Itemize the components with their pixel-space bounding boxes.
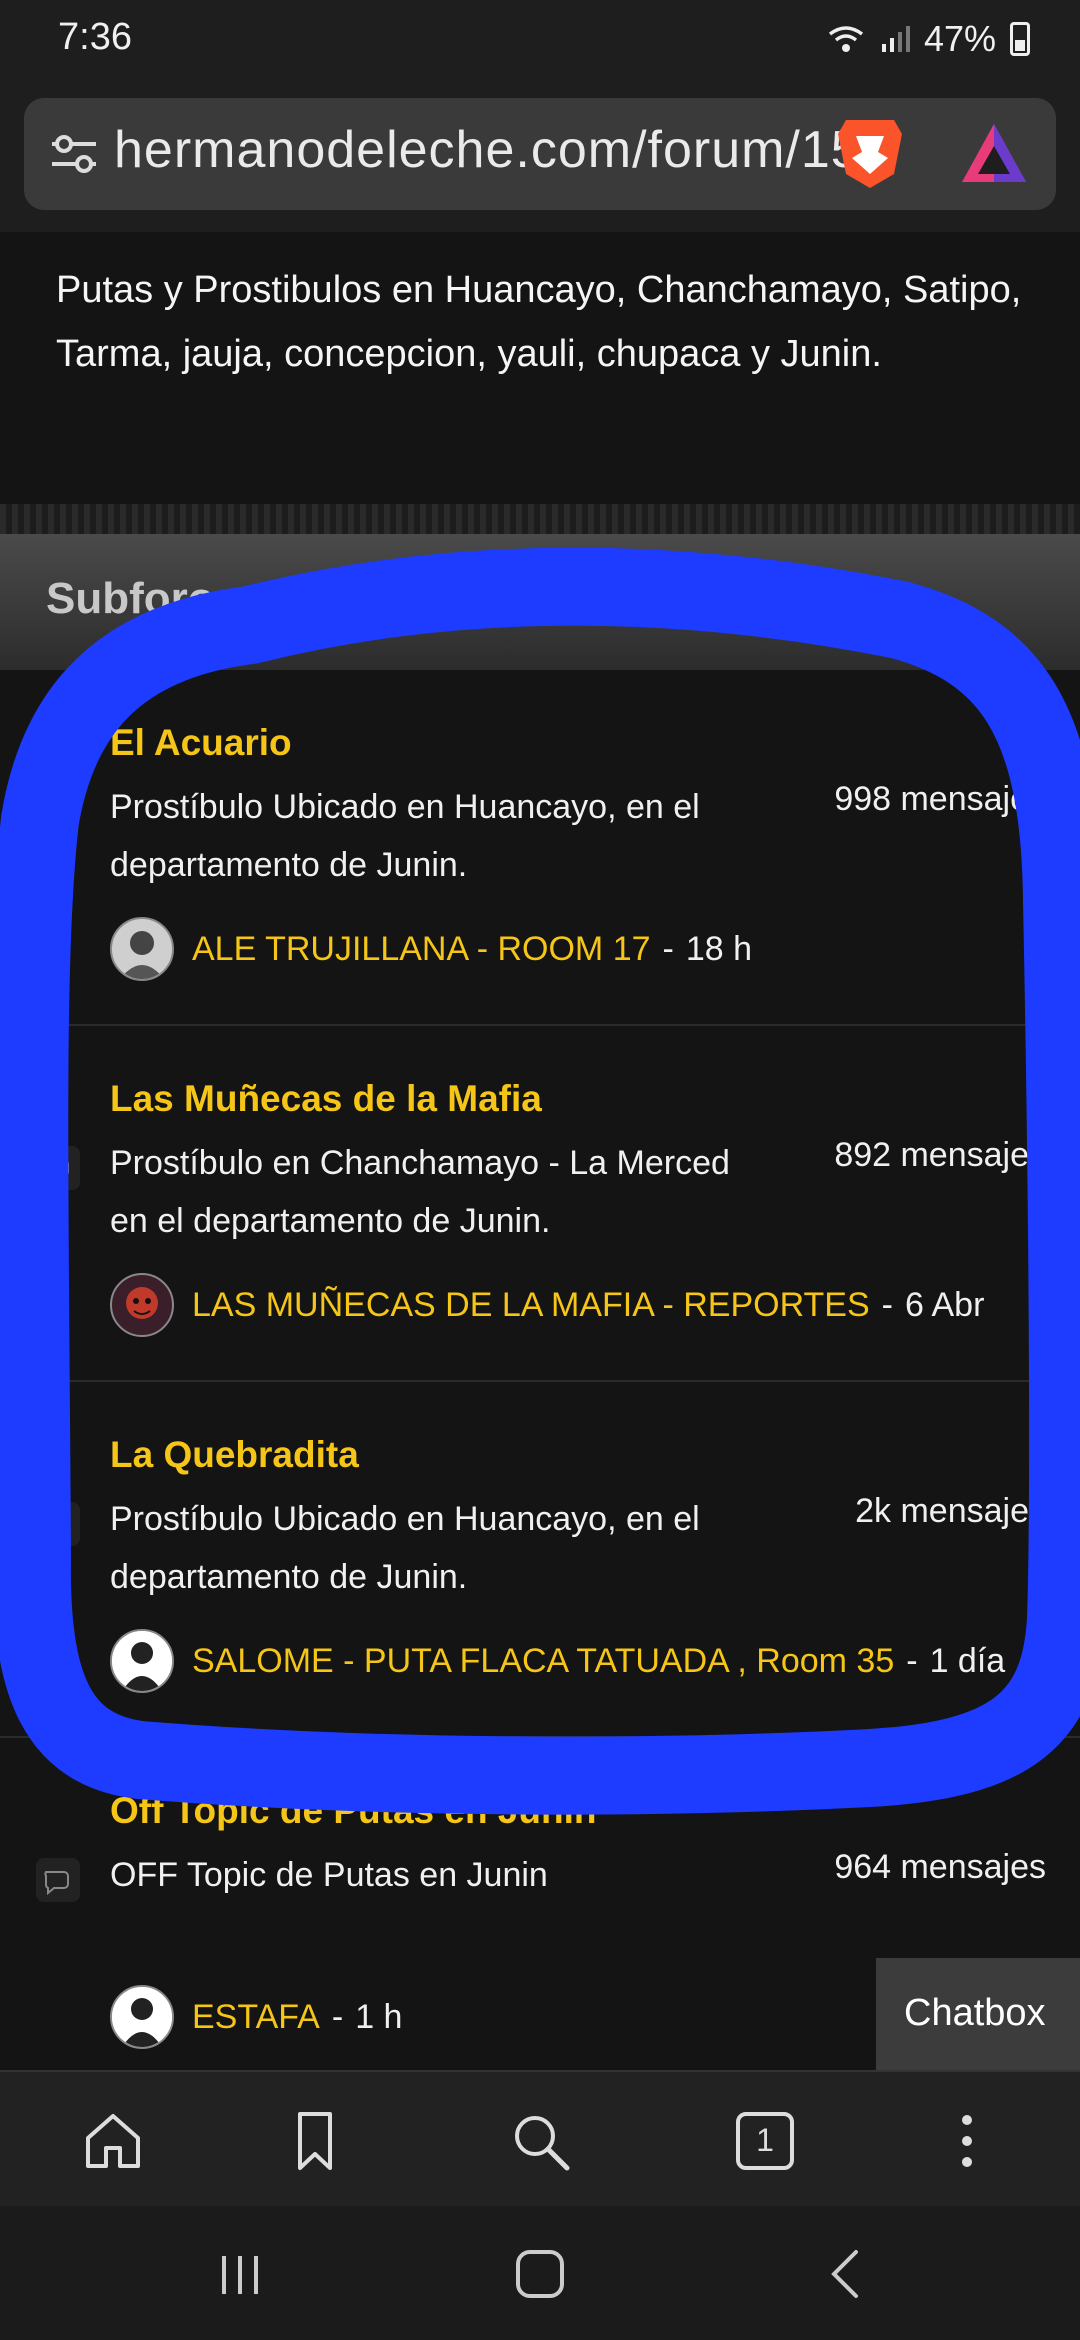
subforum-title[interactable]: La Quebradita bbox=[110, 1434, 359, 1476]
subforum-item[interactable]: El Acuario Prostíbulo Ubicado en Huancay… bbox=[0, 670, 1080, 1026]
subforum-item[interactable]: La Quebradita Prostíbulo Ubicado en Huan… bbox=[0, 1382, 1080, 1738]
separator: - bbox=[662, 929, 674, 968]
separator: - bbox=[881, 1285, 893, 1324]
last-post-time: 1 día bbox=[929, 1641, 1006, 1680]
wifi-icon bbox=[828, 26, 863, 52]
avatar[interactable] bbox=[110, 917, 174, 981]
subforum-list: El Acuario Prostíbulo Ubicado en Huancay… bbox=[0, 670, 1080, 2049]
forum-description: Putas y Prostibulos en Huancayo, Chancha… bbox=[56, 269, 1022, 375]
subforums-title: Subforos bbox=[46, 574, 240, 623]
separator: - bbox=[331, 1997, 344, 2036]
tab-count: 1 bbox=[756, 2122, 774, 2158]
last-post[interactable]: ESTAFA - 1 h bbox=[110, 1985, 403, 2049]
brave-shields-icon[interactable] bbox=[832, 112, 908, 192]
last-post[interactable]: ALE TRUJILLANA - ROOM 17 - 18 h bbox=[110, 917, 753, 981]
subforum-description: Prostíbulo Ubicado en Huancayo, en el de… bbox=[110, 1500, 700, 1596]
recent-apps-icon[interactable] bbox=[210, 2250, 270, 2300]
last-post-title[interactable]: ALE TRUJILLANA - ROOM 17 bbox=[192, 930, 651, 969]
avatar[interactable] bbox=[110, 1629, 174, 1693]
bookmark-icon[interactable] bbox=[280, 2106, 350, 2176]
message-count: 2k mensajes bbox=[855, 1492, 1046, 1530]
subforum-icon bbox=[36, 1502, 80, 1546]
more-menu-icon[interactable] bbox=[932, 2106, 1002, 2176]
chatbox-button[interactable]: Chatbox bbox=[876, 1958, 1080, 2070]
subforum-title[interactable]: El Acuario bbox=[110, 722, 292, 764]
last-post-time: 1 h bbox=[355, 1997, 403, 2036]
status-bar: 7:36 47% bbox=[0, 0, 1080, 84]
avatar[interactable] bbox=[110, 1273, 174, 1337]
chatbox-label: Chatbox bbox=[904, 1992, 1046, 2034]
brave-rewards-icon[interactable] bbox=[958, 120, 1030, 188]
subforum-title[interactable]: Las Muñecas de la Mafia bbox=[110, 1078, 542, 1120]
url-text[interactable]: hermanodeleche.com/forum/157 bbox=[114, 120, 891, 180]
last-post-title[interactable]: SALOME - PUTA FLACA TATUADA , Room 35 bbox=[192, 1642, 894, 1681]
last-post[interactable]: LAS MUÑECAS DE LA MAFIA - REPORTES - 6 A… bbox=[110, 1273, 985, 1337]
subforum-item[interactable]: Las Muñecas de la Mafia Prostíbulo en Ch… bbox=[0, 1026, 1080, 1382]
subforum-title[interactable]: Off Topic de Putas en Junin bbox=[110, 1790, 597, 1832]
home-nav-icon[interactable] bbox=[510, 2246, 570, 2302]
subforum-icon bbox=[36, 1858, 80, 1902]
site-settings-icon[interactable] bbox=[46, 126, 102, 182]
message-count: 892 mensajes bbox=[834, 1136, 1046, 1174]
address-bar[interactable]: hermanodeleche.com/forum/157 bbox=[24, 98, 1056, 210]
signal-icon bbox=[881, 26, 910, 52]
system-navigation-bar bbox=[0, 2206, 1080, 2340]
clock: 7:36 bbox=[58, 16, 132, 58]
subforums-header: Subforos bbox=[0, 534, 1080, 670]
avatar[interactable] bbox=[110, 1985, 174, 2049]
browser-toolbar: hermanodeleche.com/forum/157 bbox=[0, 84, 1080, 232]
separator: - bbox=[906, 1641, 918, 1680]
last-post-time: 18 h bbox=[685, 929, 753, 968]
browser-bottom-toolbar: 1 bbox=[0, 2070, 1080, 2208]
message-count: 964 mensajes bbox=[834, 1848, 1046, 1886]
battery-icon bbox=[1010, 22, 1030, 56]
last-post-time: 6 Abr bbox=[905, 1285, 985, 1324]
subforum-icon bbox=[36, 1146, 80, 1190]
subforum-description: Prostíbulo Ubicado en Huancayo, en el de… bbox=[110, 788, 700, 884]
home-icon[interactable] bbox=[78, 2106, 148, 2176]
section-divider bbox=[0, 504, 1080, 534]
tabs-button[interactable]: 1 bbox=[730, 2106, 800, 2176]
last-post[interactable]: SALOME - PUTA FLACA TATUADA , Room 35 - … bbox=[110, 1629, 1006, 1693]
subforum-description: OFF Topic de Putas en Junin bbox=[110, 1856, 548, 1894]
search-icon[interactable] bbox=[505, 2106, 575, 2176]
subforum-description: Prostíbulo en Chanchamayo - La Merced en… bbox=[110, 1144, 730, 1240]
last-post-title[interactable]: LAS MUÑECAS DE LA MAFIA - REPORTES bbox=[192, 1286, 870, 1325]
battery-percent: 47% bbox=[923, 18, 996, 59]
system-icons: 47% bbox=[826, 18, 1030, 60]
forum-description-panel: Putas y Prostibulos en Huancayo, Chancha… bbox=[0, 232, 1080, 504]
last-post-title[interactable]: ESTAFA bbox=[192, 1998, 320, 2037]
message-count: 998 mensajes bbox=[834, 780, 1046, 818]
back-icon[interactable] bbox=[820, 2246, 870, 2302]
